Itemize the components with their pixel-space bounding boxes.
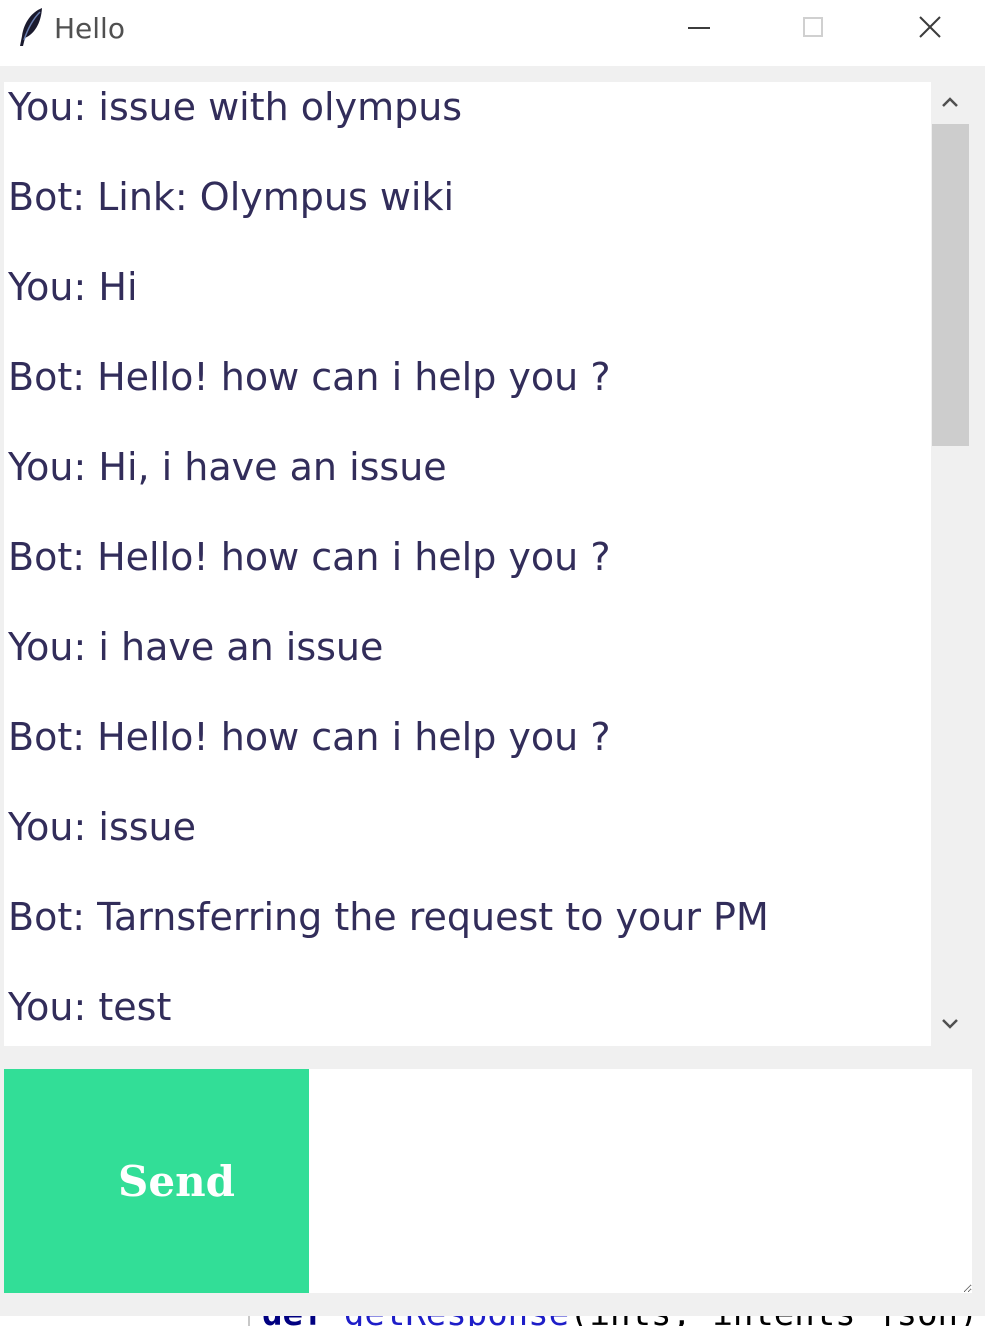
editor-gutter-line <box>248 1316 250 1326</box>
minimize-icon <box>688 27 710 29</box>
chat-message: You: issue with olympus <box>8 85 463 129</box>
chat-message: You: i have an issue <box>8 625 384 669</box>
feather-icon <box>20 8 42 46</box>
window-title: Hello <box>54 12 125 45</box>
scroll-up-button[interactable] <box>931 82 969 124</box>
chat-message: Bot: Link: Olympus wiki <box>8 175 455 219</box>
chat-message: Bot: Hello! how can i help you ? <box>8 535 611 579</box>
message-entry[interactable] <box>309 1069 972 1293</box>
chevron-up-icon <box>942 97 958 107</box>
send-button-label: Send <box>118 1156 235 1206</box>
chat-log[interactable]: You: issue with olympus Bot: Link: Olymp… <box>4 82 931 1046</box>
chat-message: You: issue <box>8 805 196 849</box>
chevron-down-icon <box>942 1019 958 1029</box>
background-code-line: def getResponse(ints, intents_json): <box>262 1316 985 1326</box>
chat-message: Bot: Hello! how can i help you ? <box>8 355 611 399</box>
chat-message: Bot: Tarnsferring the request to your PM <box>8 895 769 939</box>
close-icon <box>919 16 941 38</box>
chat-message: Bot: Hello! how can i help you ? <box>8 715 611 759</box>
chat-window: Hello You: issue with olympus Bot: Link:… <box>0 0 985 1316</box>
maximize-icon <box>803 17 823 37</box>
scroll-down-button[interactable] <box>931 1004 969 1046</box>
chat-scrollbar[interactable] <box>931 82 969 1046</box>
send-button[interactable]: Send <box>4 1069 309 1293</box>
maximize-button[interactable] <box>758 0 868 56</box>
title-bar[interactable]: Hello <box>0 0 985 66</box>
code-keyword: def <box>262 1316 323 1326</box>
chat-message: You: Hi, i have an issue <box>8 445 447 489</box>
background-editor: def getResponse(ints, intents_json): <box>0 1316 985 1326</box>
code-function-name: getResponse <box>344 1316 569 1326</box>
code-args: (ints, intents_json): <box>569 1316 985 1326</box>
chat-message: You: Hi <box>8 265 138 309</box>
chat-message: You: test <box>8 985 172 1029</box>
close-button[interactable] <box>873 0 983 56</box>
scroll-thumb[interactable] <box>932 124 969 446</box>
minimize-button[interactable] <box>643 0 753 56</box>
